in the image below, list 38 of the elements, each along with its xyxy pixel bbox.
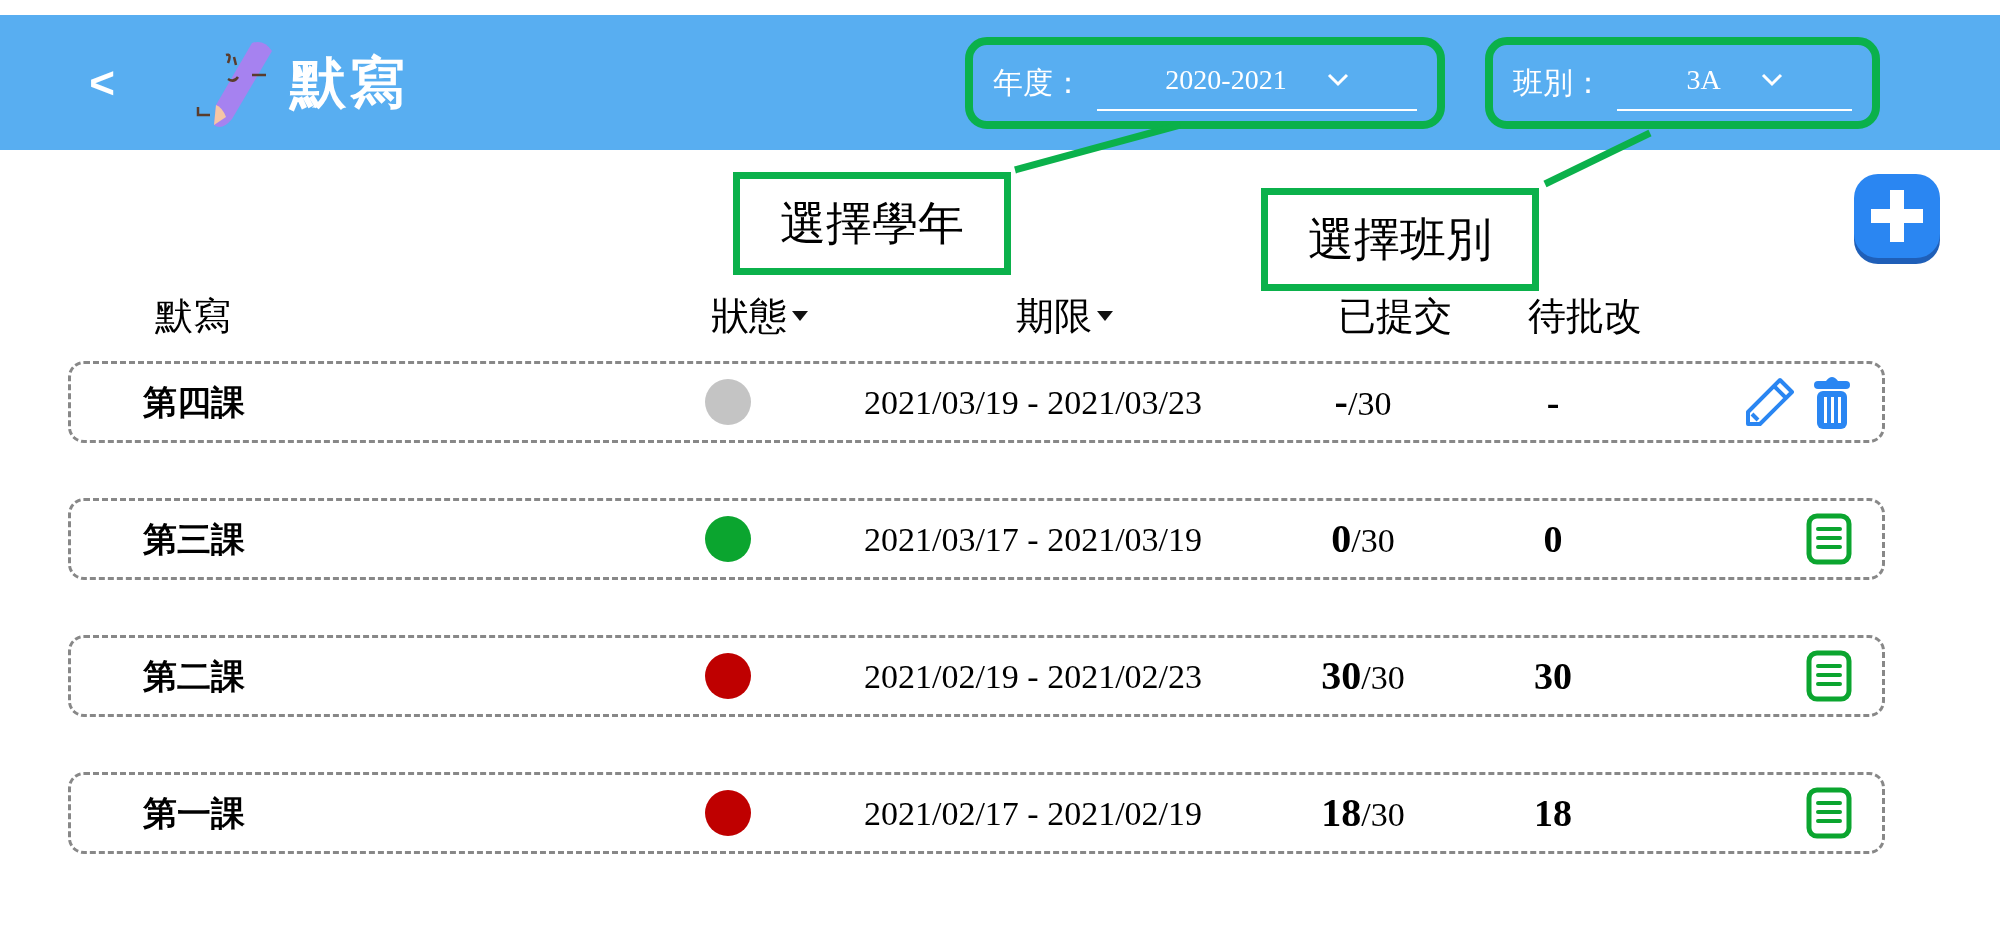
column-header: 待批改 <box>1528 293 1642 339</box>
column-header: 已提交 <box>1338 293 1452 339</box>
sort-caret-icon[interactable] <box>791 310 809 322</box>
column-header: 默寫 <box>155 293 231 339</box>
date-range: 2021/03/19 - 2021/03/23 <box>862 382 1204 423</box>
chevron-down-icon <box>1326 72 1349 87</box>
callout-box: 選擇學年 <box>733 172 1011 275</box>
pencil-icon[interactable] <box>1744 376 1796 428</box>
date-range: 2021/02/19 - 2021/02/23 <box>862 656 1204 697</box>
callout-box: 選擇班別 <box>1261 188 1539 291</box>
pending-count: 0 <box>1542 516 1564 562</box>
lesson-title: 第四課 <box>143 382 246 423</box>
lesson-row[interactable]: 第三課 2021/03/17 - 2021/03/19 0/30 0 <box>68 498 1885 580</box>
document-icon[interactable] <box>1806 513 1852 565</box>
lesson-title: 第三課 <box>143 519 246 560</box>
sort-caret-icon[interactable] <box>1096 310 1114 322</box>
pending-count: 18 <box>1533 790 1573 836</box>
lesson-title: 第一課 <box>143 793 246 834</box>
page-title: 默寫 <box>290 49 408 116</box>
chevron-down-icon <box>1760 72 1783 87</box>
pending-count: - <box>1545 379 1561 425</box>
submitted-count: -/30 <box>1333 378 1393 426</box>
filter-label: 年度： <box>993 65 1083 101</box>
lesson-row[interactable]: 第一課 2021/02/17 - 2021/02/19 18/30 18 <box>68 772 1885 854</box>
document-icon[interactable] <box>1806 787 1852 839</box>
submitted-count: 0/30 <box>1330 515 1396 563</box>
filter-label: 班別： <box>1513 65 1603 101</box>
document-icon[interactable] <box>1806 650 1852 702</box>
date-range: 2021/03/17 - 2021/03/19 <box>862 519 1204 560</box>
lesson-title: 第二課 <box>143 656 246 697</box>
pending-count: 30 <box>1533 653 1573 699</box>
lesson-row[interactable]: 第四課 2021/03/19 - 2021/03/23 -/30 - <box>68 361 1885 443</box>
column-header[interactable]: 狀態 <box>711 287 809 345</box>
column-header[interactable]: 期限 <box>1016 287 1114 345</box>
date-range: 2021/02/17 - 2021/02/19 <box>862 793 1204 834</box>
lesson-row[interactable]: 第二課 2021/02/19 - 2021/02/23 30/30 30 <box>68 635 1885 717</box>
submitted-count: 30/30 <box>1320 652 1406 700</box>
submitted-count: 18/30 <box>1320 789 1406 837</box>
